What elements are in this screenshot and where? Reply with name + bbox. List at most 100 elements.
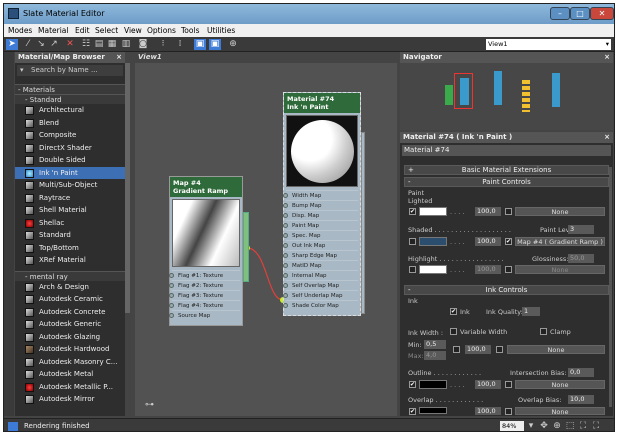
menu-options[interactable]: Options [147,26,176,35]
width-color-checkbox[interactable] [453,346,460,353]
list-item[interactable]: Autodesk Metal [15,368,125,381]
assign-material-icon[interactable]: ↗ [48,39,60,50]
shaded-color-swatch[interactable] [419,237,447,246]
node-slot[interactable]: Disp. Map [283,210,358,220]
slot-socket-icon[interactable] [169,273,174,278]
list-item[interactable]: Blend [15,116,125,129]
shaded-checkbox[interactable] [409,238,416,245]
browser-scrollbar[interactable] [125,63,130,313]
dropdown-icon[interactable]: ▾ [20,65,24,76]
slot-socket-icon[interactable] [283,213,288,218]
gradient-ramp-node[interactable]: Map #4 Gradient Ramp Flag #1: Texture Fla… [169,176,243,326]
highlight-color-swatch[interactable] [419,265,447,274]
close-icon[interactable]: × [604,52,610,63]
node-slot[interactable]: Spec. Map [283,230,358,240]
highlight-map-button[interactable]: None [515,265,605,274]
slot-socket-icon[interactable] [169,313,174,318]
node-slot[interactable]: Flag #3: Texture [169,290,240,300]
parameter-editor-icon[interactable]: ▣ [209,39,221,50]
background-icon[interactable]: ▦ [106,39,118,50]
shaded-map-button[interactable]: Map #4 ( Gradient Ramp ) [515,237,605,246]
binoculars-icon[interactable]: ⊶ [145,400,154,410]
menu-material[interactable]: Material [38,26,68,35]
zoom-icon[interactable]: ⊕ [551,421,563,431]
list-item[interactable]: Autodesk Ceramic [15,293,125,306]
navigator-view[interactable] [400,63,613,130]
slot-socket-icon[interactable] [169,293,174,298]
list-item[interactable]: Autodesk Metallic P... [15,380,125,393]
node-slot[interactable]: Source Map [169,310,240,320]
slot-socket-icon[interactable] [283,223,288,228]
slot-socket-icon[interactable] [283,293,288,298]
rollout-paint-controls[interactable]: - Paint Controls [404,177,609,187]
node-slot[interactable]: Flag #1: Texture [169,270,240,280]
list-item[interactable]: Autodesk Hardwood [15,343,125,356]
list-item[interactable]: Autodesk Mirror [15,393,125,406]
slot-socket-icon[interactable] [283,253,288,258]
glossiness-field[interactable]: 50,0 [568,254,594,263]
subgroup-standard[interactable]: - Standard [15,94,125,104]
maximize-button[interactable]: □ [570,7,590,20]
node-view[interactable]: View1 Map #4 Gradient Ramp Flag #1: Textu… [135,52,397,416]
node-slot[interactable]: Paint Map [283,220,358,230]
ink-n-paint-node[interactable]: Material #74 Ink 'n Paint Width Map Bump … [283,92,361,316]
slot-socket-icon[interactable] [283,283,288,288]
search-input[interactable]: ▾ Search by Name ... [17,65,123,76]
overlap-color-swatch[interactable] [419,407,447,414]
list-item[interactable]: Composite [15,129,125,142]
overlap-checkbox[interactable]: ✔ [409,408,416,415]
zoom-region-icon[interactable]: ⊕ [227,39,239,50]
list-item[interactable]: Autodesk Generic [15,318,125,331]
close-icon[interactable]: × [604,132,610,143]
list-item[interactable]: XRef Material [15,254,125,267]
highlight-amount-field[interactable]: 100,0 [475,265,501,274]
overlap-bias-field[interactable]: 10,0 [568,395,594,404]
min-field[interactable]: 0,5 [424,340,446,349]
menu-tools[interactable]: Tools [181,26,199,35]
node-slot[interactable]: Flag #4: Texture [169,300,240,310]
outline-checkbox[interactable]: ✔ [409,381,416,388]
slot-socket-icon[interactable] [283,233,288,238]
node-slot[interactable]: Shade Color Map [283,300,358,310]
move-children-icon[interactable]: ☷ [80,39,92,50]
subgroup-mental-ray[interactable]: - mental ray [15,270,125,281]
node-slot[interactable]: Bump Map [283,200,358,210]
list-item[interactable]: Autodesk Concrete [15,305,125,318]
ink-checkbox[interactable]: ✔ [450,308,457,315]
list-item[interactable]: Shell Material [15,204,125,217]
max-field[interactable]: 4,0 [424,351,446,360]
layout-icon[interactable]: ▥ [120,39,132,50]
node-slot[interactable]: Flag #2: Texture [169,280,240,290]
intersection-bias-field[interactable]: 0,0 [568,368,594,377]
delete-icon[interactable]: ✕ [64,39,76,50]
pick-material-icon[interactable]: ⁄ [22,39,34,50]
show-end-result-icon[interactable]: ◙ [137,39,149,50]
overlap-map-button[interactable]: None [515,407,605,416]
list-item-selected[interactable]: Ink 'n Paint [15,166,125,179]
outline-color-swatch[interactable] [419,380,447,389]
material-name-field[interactable]: Material #74 [402,145,611,156]
node-slot[interactable]: Out Ink Map [283,240,358,250]
node-output-bar[interactable] [361,132,365,314]
list-item[interactable]: Double Sided [15,154,125,167]
node-output-bar[interactable] [243,212,249,282]
minimize-button[interactable]: – [550,7,570,20]
list-item[interactable]: Raytrace [15,191,125,204]
node-slot[interactable]: Sharp Edge Map [283,250,358,260]
slot-socket-icon[interactable] [169,283,174,288]
put-material-icon[interactable]: ↘ [35,39,47,50]
select-tool-icon[interactable]: ➤ [6,39,18,50]
lighted-color-swatch[interactable] [419,207,447,216]
overlap-amount-field[interactable]: 100,0 [475,407,501,415]
paint-levels-field[interactable]: 3 [568,225,594,234]
properties-scrollbar[interactable] [609,167,612,407]
pan-icon[interactable]: ✥ [538,421,550,431]
list-item[interactable]: DirectX Shader [15,141,125,154]
node-wire[interactable] [246,247,284,301]
clamp-checkbox[interactable] [540,328,547,335]
browser-toggle-icon[interactable]: ▣ [194,39,206,50]
outline-amount-field[interactable]: 100,0 [475,380,501,389]
slot-socket-icon[interactable] [169,303,174,308]
slot-socket-icon[interactable] [283,203,288,208]
list-item[interactable]: Shellac [15,216,125,229]
